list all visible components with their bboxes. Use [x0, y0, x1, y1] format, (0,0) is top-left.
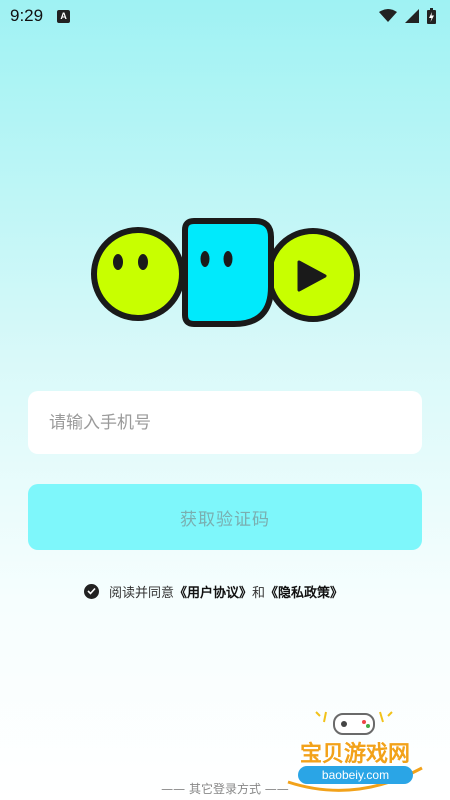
phone-input[interactable]: [49, 412, 422, 433]
privacy-policy-link[interactable]: 《隐私政策》: [265, 586, 343, 601]
agreement-prefix: 阅读并同意: [109, 585, 175, 601]
app-logo: [91, 218, 360, 327]
agreement-checkbox[interactable]: [84, 583, 99, 599]
battery-charging-icon: [427, 8, 436, 24]
get-code-button[interactable]: 获取验证码: [28, 484, 422, 550]
green-face-icon: [91, 227, 185, 321]
clock: 9:29: [10, 6, 44, 25]
phone-input-box[interactable]: [28, 391, 422, 454]
check-icon: [87, 587, 96, 595]
cyan-face-icon: [182, 218, 274, 327]
notification-app-icon: A: [57, 9, 71, 23]
other-login-label[interactable]: —— 其它登录方式 ——: [0, 780, 450, 797]
wifi-icon: [379, 9, 397, 22]
status-bar: 9:29 A: [0, 0, 450, 32]
agreement-conjunction: 和: [252, 585, 266, 601]
cell-signal-icon: [405, 9, 419, 23]
agreement-row: 阅读并同意《用户协议》和《隐私政策》: [84, 581, 343, 601]
user-agreement-link[interactable]: 《用户协议》: [174, 586, 252, 601]
watermark-name: 宝贝游戏网: [299, 742, 410, 767]
play-face-icon: [266, 228, 360, 322]
